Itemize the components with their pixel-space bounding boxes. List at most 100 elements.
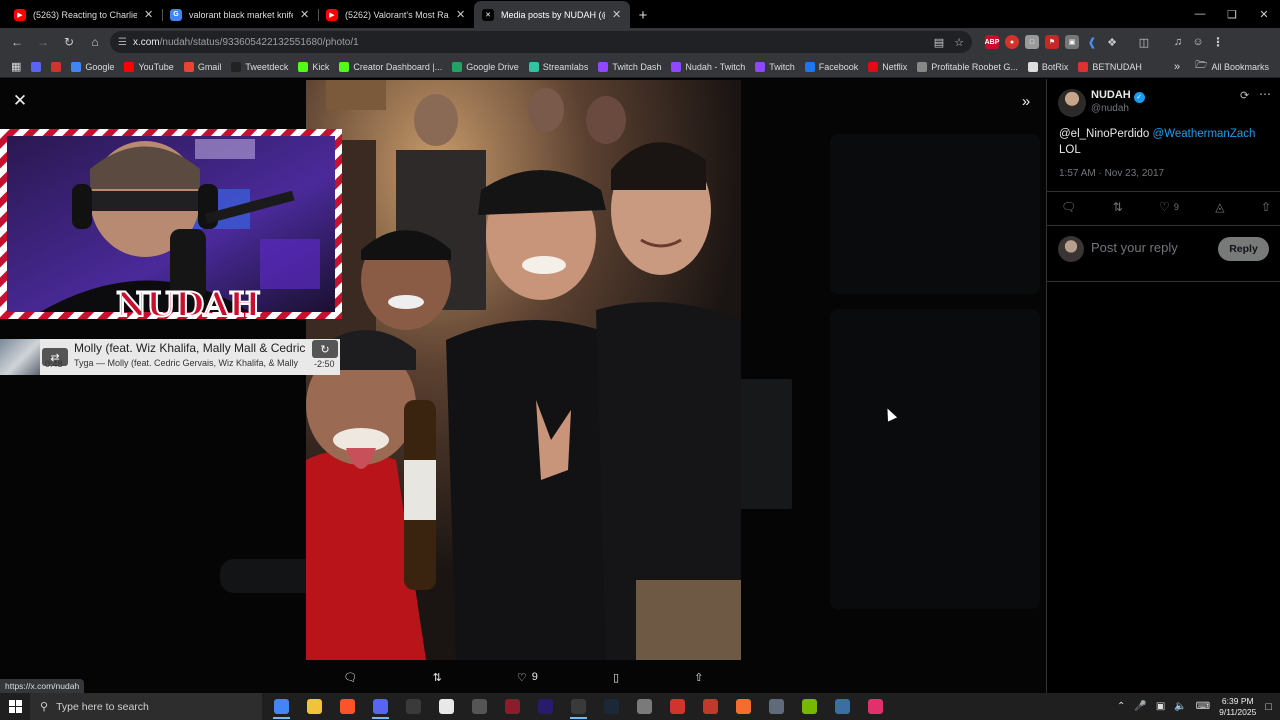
- extensions-puzzle-icon[interactable]: ❖: [1105, 35, 1119, 49]
- taskbar-app[interactable]: [727, 693, 760, 720]
- bookmark-item[interactable]: Nudah - Twitch: [666, 57, 750, 77]
- bookmark-item[interactable]: Netflix: [863, 57, 912, 77]
- language-icon[interactable]: ⌨: [1196, 701, 1210, 712]
- notifications-icon[interactable]: □: [1265, 701, 1272, 713]
- bookmark-item[interactable]: Profitable Roobet G...: [912, 57, 1023, 77]
- taskbar-search[interactable]: ⚲ Type here to search: [30, 693, 262, 720]
- more-bookmarks-icon[interactable]: »: [1174, 61, 1180, 73]
- author-handle[interactable]: @nudah: [1091, 103, 1129, 114]
- extension-box-icon[interactable]: ▣: [1065, 35, 1079, 49]
- taskbar-app[interactable]: [265, 693, 298, 720]
- taskbar-app[interactable]: [298, 693, 331, 720]
- tab-close-icon[interactable]: ✕: [300, 8, 310, 21]
- bookmark-item[interactable]: Twitch Dash: [593, 57, 666, 77]
- browser-tab[interactable]: Gvalorant black market knife eas ✕: [162, 1, 318, 28]
- taskbar-app[interactable]: [628, 693, 661, 720]
- profile-icon[interactable]: ☺: [1191, 35, 1205, 49]
- like-action[interactable]: ♡ 9: [517, 671, 538, 684]
- reply-action[interactable]: 🗨: [344, 671, 358, 684]
- back-button[interactable]: ←: [6, 31, 28, 53]
- taskbar-app[interactable]: [430, 693, 463, 720]
- bookmark-item[interactable]: BotRix: [1023, 57, 1074, 77]
- bookmark-star-icon[interactable]: ☆: [954, 36, 964, 49]
- mention-link[interactable]: @WeathermanZach: [1153, 128, 1256, 140]
- bookmark-item[interactable]: Google: [66, 57, 119, 77]
- reply-submit-button[interactable]: Reply: [1218, 237, 1269, 261]
- extension-flag-icon[interactable]: ⚑: [1045, 35, 1059, 49]
- bookmark-item[interactable]: Tweetdeck: [226, 57, 293, 77]
- views-action[interactable]: ▯: [613, 671, 619, 684]
- mention-link[interactable]: @el_NinoPerdido: [1059, 128, 1149, 140]
- like-button[interactable]: ♡ 9: [1159, 200, 1179, 214]
- share-action[interactable]: ⇧: [694, 671, 703, 684]
- taskbar-app[interactable]: [529, 693, 562, 720]
- bookmark-item[interactable]: Twitch: [750, 57, 800, 77]
- reply-input[interactable]: [1091, 240, 1211, 255]
- extension-red-icon[interactable]: ●: [1005, 35, 1019, 49]
- bookmark-item[interactable]: Gmail: [179, 57, 227, 77]
- bookmark-item[interactable]: Facebook: [800, 57, 864, 77]
- site-info-icon[interactable]: ☰: [118, 37, 127, 48]
- reload-button[interactable]: ↻: [58, 31, 80, 53]
- taskbar-app[interactable]: [562, 693, 595, 720]
- extension-audio-icon[interactable]: ❰: [1085, 35, 1099, 49]
- browser-tab[interactable]: ▶ (5263) Reacting to Charlie Kirk ✕: [6, 1, 162, 28]
- taskbar-app[interactable]: [331, 693, 364, 720]
- grok-icon[interactable]: ⟳: [1240, 89, 1249, 102]
- share-button[interactable]: ⇧: [1261, 200, 1271, 214]
- bookmark-item[interactable]: [26, 57, 46, 77]
- start-button[interactable]: [0, 693, 30, 720]
- tab-close-icon[interactable]: ✕: [456, 8, 466, 21]
- more-options-icon[interactable]: ⋯: [1259, 87, 1272, 101]
- chrome-menu-icon[interactable]: ⋮: [1211, 35, 1225, 49]
- taskbar-app[interactable]: [859, 693, 892, 720]
- bookmark-item[interactable]: Google Drive: [447, 57, 524, 77]
- collapse-panel-button[interactable]: »: [1016, 91, 1036, 111]
- tray-chevron-icon[interactable]: ⌃: [1117, 701, 1125, 712]
- extension-abp-icon[interactable]: ABP: [985, 35, 999, 49]
- taskbar-app[interactable]: [496, 693, 529, 720]
- tweet-timestamp[interactable]: 1:57 AM · Nov 23, 2017: [1059, 168, 1164, 179]
- forward-button[interactable]: →: [32, 31, 54, 53]
- media-controls-icon[interactable]: ♫: [1171, 35, 1185, 49]
- install-app-icon[interactable]: ▤: [934, 36, 944, 49]
- new-tab-button[interactable]: +: [630, 2, 656, 28]
- taskbar-app[interactable]: [397, 693, 430, 720]
- side-panel-icon[interactable]: ◫: [1137, 35, 1151, 49]
- minimize-button[interactable]: —: [1184, 0, 1216, 28]
- extension-grey-icon[interactable]: □: [1025, 35, 1039, 49]
- taskbar-app[interactable]: [595, 693, 628, 720]
- taskbar-app[interactable]: [760, 693, 793, 720]
- browser-tab[interactable]: ✕ Media posts by NUDAH (@nud ✕: [474, 1, 630, 28]
- close-window-button[interactable]: ✕: [1248, 0, 1280, 28]
- author-name[interactable]: NUDAH: [1091, 89, 1131, 101]
- author-avatar[interactable]: [1058, 89, 1086, 117]
- bookmark-item[interactable]: Creator Dashboard |...: [334, 57, 447, 77]
- reply-button[interactable]: 🗨: [1061, 200, 1076, 214]
- bookmark-item[interactable]: [46, 57, 66, 77]
- all-bookmarks-folder[interactable]: 🗁 All Bookmarks: [1190, 57, 1274, 77]
- volume-icon[interactable]: 🔈: [1174, 701, 1186, 712]
- tweet-photo[interactable]: [306, 80, 741, 660]
- bookmark-item[interactable]: Streamlabs: [524, 57, 594, 77]
- microphone-icon[interactable]: 🎤: [1134, 701, 1146, 712]
- network-icon[interactable]: ▣: [1156, 701, 1165, 712]
- bookmark-item[interactable]: Kick: [293, 57, 334, 77]
- taskbar-app[interactable]: [826, 693, 859, 720]
- home-button[interactable]: ⌂: [84, 31, 106, 53]
- taskbar-app[interactable]: [661, 693, 694, 720]
- taskbar-app[interactable]: [793, 693, 826, 720]
- repost-action[interactable]: ⇅: [433, 671, 442, 684]
- taskbar-app[interactable]: [364, 693, 397, 720]
- browser-tab[interactable]: ▶ (5262) Valorant's Most Rare Kn ✕: [318, 1, 474, 28]
- tab-close-icon[interactable]: ✕: [144, 8, 154, 21]
- taskbar-app[interactable]: [463, 693, 496, 720]
- bookmark-item[interactable]: YouTube: [119, 57, 178, 77]
- repost-button[interactable]: ⇅: [1113, 200, 1123, 214]
- taskbar-app[interactable]: [694, 693, 727, 720]
- clock[interactable]: 6:39 PM 9/11/2025: [1219, 696, 1256, 718]
- bookmark-button[interactable]: ◬: [1215, 200, 1224, 214]
- bookmark-item[interactable]: BETNUDAH: [1073, 57, 1147, 77]
- tab-close-icon[interactable]: ✕: [612, 8, 622, 21]
- address-bar[interactable]: ☰ x.com/nudah/status/933605422132551680/…: [110, 31, 972, 53]
